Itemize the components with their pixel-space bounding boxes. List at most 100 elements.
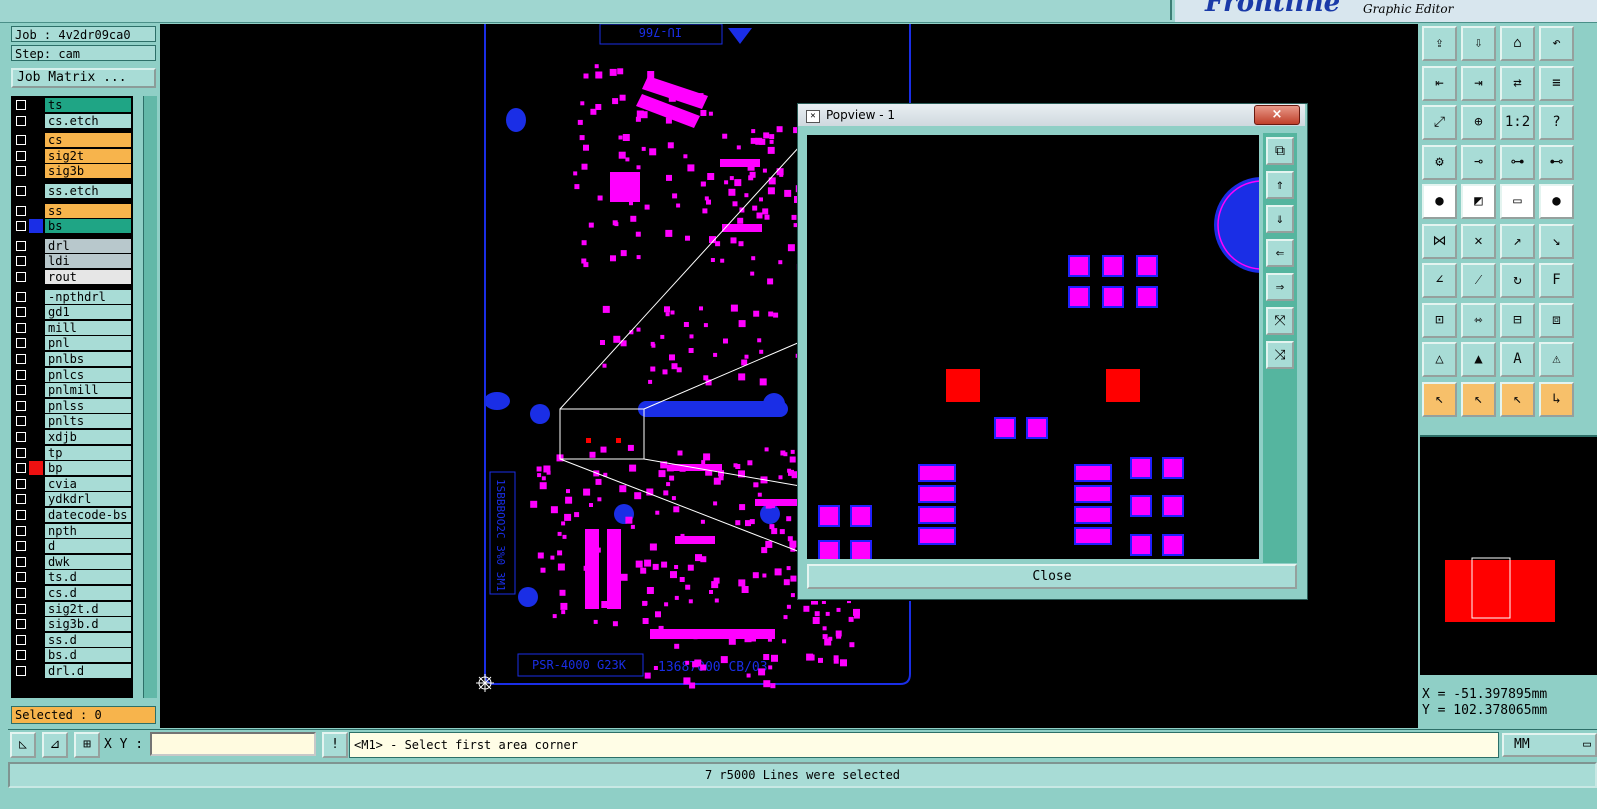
layer-checkbox[interactable]: [16, 369, 26, 380]
layer-name[interactable]: ldi: [45, 254, 131, 269]
layer-checkbox[interactable]: [16, 100, 26, 110]
layer-name[interactable]: pnlbs: [45, 352, 131, 366]
line-tool-icon[interactable]: ◩: [1461, 184, 1496, 219]
layer-checkbox[interactable]: [16, 291, 26, 302]
layer-checkbox[interactable]: [16, 186, 26, 196]
layer-color-swatch[interactable]: [29, 570, 43, 585]
layer-row[interactable]: ts: [13, 98, 131, 112]
layer-color-swatch[interactable]: [29, 554, 43, 569]
layer-checkbox[interactable]: [16, 432, 26, 442]
zoom-out-icon[interactable]: ⤨: [1266, 341, 1294, 369]
layer-row[interactable]: cs.etch: [13, 113, 131, 128]
layer-name[interactable]: pnlss: [45, 398, 131, 413]
layer-name[interactable]: drl.d: [45, 664, 131, 678]
fit-icon[interactable]: ⤢: [1422, 105, 1457, 140]
layer-row[interactable]: bs: [13, 219, 131, 234]
window-close-button[interactable]: ×: [1254, 105, 1300, 125]
copy-icon[interactable]: ⧈: [1539, 302, 1574, 338]
angle-icon[interactable]: ∠: [1422, 263, 1457, 298]
units-select[interactable]: MM ▭: [1502, 733, 1597, 757]
layer-row[interactable]: pnlcs: [13, 367, 131, 382]
move-icon[interactable]: ↗: [1500, 223, 1535, 259]
layer-checkbox[interactable]: [16, 240, 26, 251]
layer-checkbox[interactable]: [16, 416, 26, 427]
text-icon[interactable]: F: [1539, 263, 1574, 298]
layer-color-swatch[interactable]: [29, 320, 43, 335]
layer-name[interactable]: ts: [45, 98, 131, 112]
layer-name[interactable]: xdjb: [45, 430, 131, 444]
pan-up-icon[interactable]: ⇑: [1266, 171, 1294, 199]
layer-name[interactable]: bp: [45, 461, 131, 476]
layer-row[interactable]: pnlss: [13, 398, 131, 413]
layer-name[interactable]: bs.d: [45, 648, 131, 663]
pointer-step-icon[interactable]: ↳: [1539, 381, 1574, 417]
layer-checkbox[interactable]: [16, 588, 26, 598]
layer-color-swatch[interactable]: [29, 383, 43, 398]
layer-color-swatch[interactable]: [29, 133, 43, 148]
layer-checkbox[interactable]: [16, 322, 26, 333]
slash-icon[interactable]: ⁄: [1461, 263, 1496, 298]
layer-name[interactable]: ydkdrl: [45, 492, 131, 507]
layer-row[interactable]: gd1: [13, 305, 131, 320]
pan-down-icon[interactable]: ⇓: [1266, 205, 1294, 233]
pointer-circle-icon[interactable]: ↖: [1500, 381, 1535, 417]
layer-row[interactable]: cvia: [13, 476, 131, 491]
layer-checkbox[interactable]: [16, 463, 26, 474]
layer-row[interactable]: ldi: [13, 254, 131, 269]
pan-right-icon[interactable]: ⇒: [1266, 273, 1294, 301]
layer-name[interactable]: gd1: [45, 305, 131, 320]
layer-color-swatch[interactable]: [29, 586, 43, 600]
net-icon[interactable]: ⊶: [1500, 144, 1535, 180]
mirror-icon[interactable]: ⊟: [1500, 302, 1535, 338]
layer-row[interactable]: ydkdrl: [13, 492, 131, 507]
layer-checkbox[interactable]: [16, 650, 26, 661]
import-icon[interactable]: ⇤: [1422, 65, 1457, 101]
layer-row[interactable]: d: [13, 539, 131, 554]
layer-checkbox[interactable]: [16, 115, 26, 126]
layer-row[interactable]: sig2t: [13, 148, 131, 163]
layer-row[interactable]: datecode-bs: [13, 508, 131, 522]
layer-checkbox[interactable]: [16, 166, 26, 177]
pad-tool-icon[interactable]: ●: [1422, 184, 1457, 219]
layer-checkbox[interactable]: [16, 150, 26, 161]
layer-row[interactable]: bp: [13, 461, 131, 476]
layer-row[interactable]: ss.d: [13, 632, 131, 647]
layer-checkbox[interactable]: [16, 135, 26, 146]
layer-checkbox[interactable]: [16, 619, 26, 630]
layer-color-swatch[interactable]: [29, 352, 43, 366]
layer-name[interactable]: ss: [45, 203, 131, 218]
swap-icon[interactable]: ⇄: [1500, 65, 1535, 101]
triangle-text-icon[interactable]: A: [1500, 342, 1535, 377]
pointer-icon[interactable]: ↖: [1422, 381, 1457, 417]
layer-row[interactable]: bs.d: [13, 648, 131, 663]
connect-icon[interactable]: ⋈: [1422, 223, 1457, 259]
layer-name[interactable]: cs: [45, 133, 131, 148]
alert-icon[interactable]: !: [322, 732, 348, 758]
layer-color-swatch[interactable]: [29, 664, 43, 678]
layer-checkbox[interactable]: [16, 510, 26, 520]
layer-name[interactable]: bs: [45, 219, 131, 234]
stretch-icon[interactable]: ⇿: [1461, 302, 1496, 338]
layer-color-swatch[interactable]: [29, 461, 43, 476]
drag-icon[interactable]: ↘: [1539, 223, 1574, 259]
layer-color-swatch[interactable]: [29, 414, 43, 429]
layer-name[interactable]: sig2t: [45, 148, 131, 163]
layer-color-swatch[interactable]: [29, 430, 43, 444]
layer-name[interactable]: sig2t.d: [45, 601, 131, 616]
layer-color-swatch[interactable]: [29, 476, 43, 491]
layer-checkbox[interactable]: [16, 572, 26, 583]
layer-color-swatch[interactable]: [29, 539, 43, 554]
dot-icon[interactable]: ●: [1539, 184, 1574, 219]
job-matrix-button[interactable]: Job Matrix ...: [11, 68, 156, 88]
layer-row[interactable]: drl: [13, 238, 131, 253]
layer-row[interactable]: ss: [13, 203, 131, 218]
cross-icon[interactable]: ✕: [1461, 223, 1496, 259]
layer-row[interactable]: mill: [13, 320, 131, 335]
layer-row[interactable]: pnlts: [13, 414, 131, 429]
layer-row[interactable]: sig2t.d: [13, 601, 131, 616]
layer-checkbox[interactable]: [16, 256, 26, 267]
xy-input[interactable]: [150, 732, 316, 756]
save-icon[interactable]: ⇩: [1461, 26, 1496, 61]
undo-icon[interactable]: ↶: [1539, 26, 1574, 61]
layer-name[interactable]: d: [45, 539, 131, 554]
